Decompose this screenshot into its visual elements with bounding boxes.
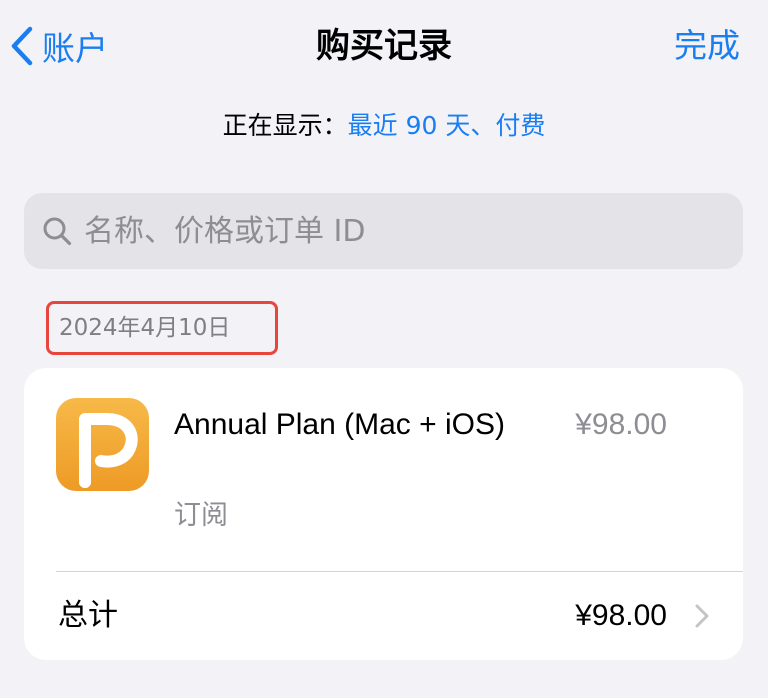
app-icon xyxy=(56,398,149,491)
purchase-card: Annual Plan (Mac + iOS) 订阅 ¥98.00 总计 ¥98… xyxy=(24,368,743,660)
search-input[interactable] xyxy=(84,213,684,249)
done-button[interactable]: 完成 xyxy=(674,22,740,70)
chevron-right-icon xyxy=(695,604,709,628)
navigation-bar: 账户 购买记录 完成 xyxy=(0,0,768,96)
total-value: ¥98.00 xyxy=(575,599,667,632)
item-price: ¥98.00 xyxy=(575,408,667,441)
total-row[interactable]: 总计 ¥98.00 xyxy=(24,572,743,660)
page-title: 购买记录 xyxy=(316,26,452,66)
filter-row: 正在显示：最近 90 天、付费 xyxy=(0,106,768,146)
search-icon xyxy=(42,216,72,246)
item-type: 订阅 xyxy=(174,500,228,531)
filter-link[interactable]: 最近 90 天、付费 xyxy=(348,111,546,140)
search-bar[interactable] xyxy=(24,193,743,269)
item-title: Annual Plan (Mac + iOS) xyxy=(174,408,505,441)
total-label: 总计 xyxy=(58,598,118,633)
purchase-date-header: 2024年4月10日 xyxy=(46,301,278,355)
filter-prefix: 正在显示： xyxy=(222,111,348,140)
